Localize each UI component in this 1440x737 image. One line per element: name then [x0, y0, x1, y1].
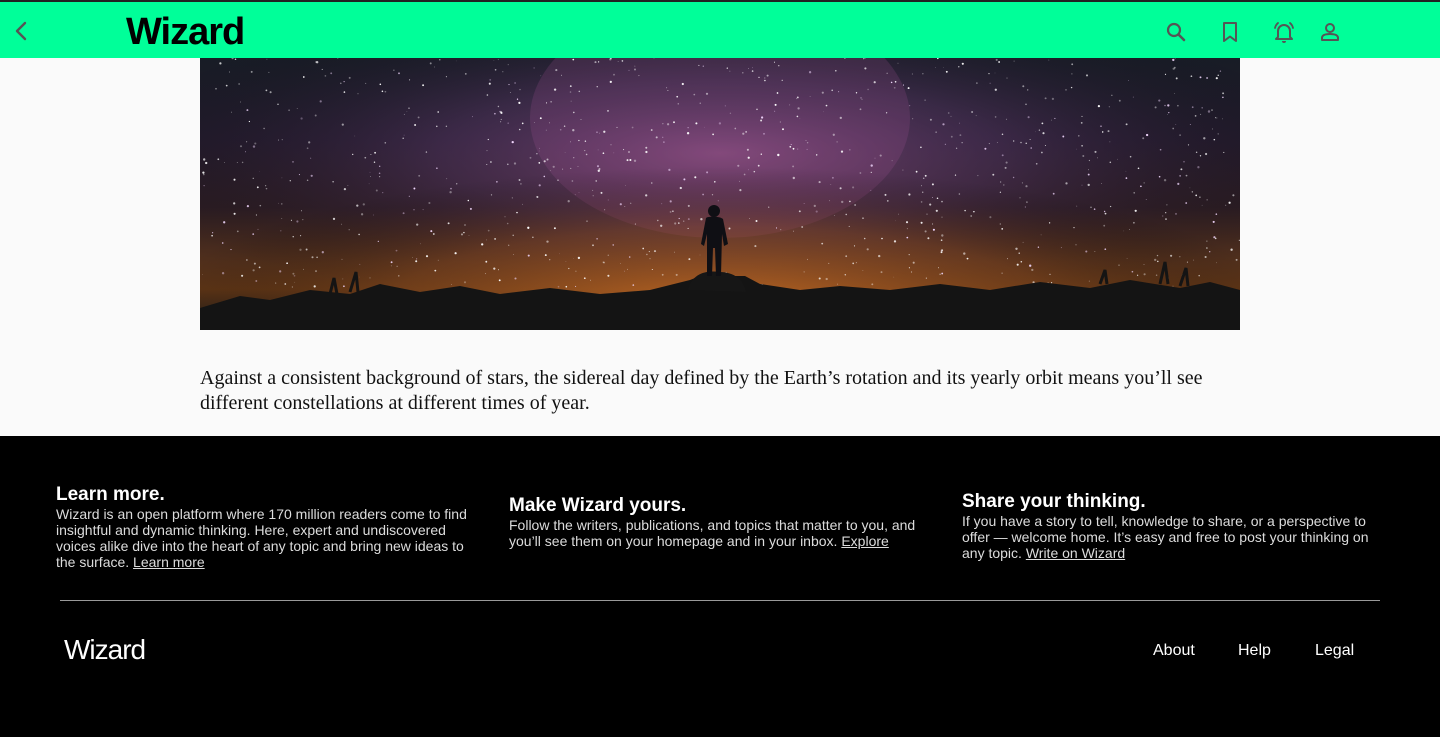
footer-link-about[interactable]: About: [1153, 642, 1195, 660]
site-logo[interactable]: Wizard: [126, 10, 245, 54]
footer-text: Follow the writers, publications, and to…: [509, 517, 916, 549]
write-on-wizard-link[interactable]: Write on Wizard: [1026, 545, 1125, 561]
footer-column-make-yours: Make Wizard yours. Follow the writers, p…: [509, 495, 929, 549]
learn-more-link[interactable]: Learn more: [133, 554, 205, 570]
footer-text: If you have a story to tell, knowledge t…: [962, 513, 1369, 561]
footer-heading: Share your thinking.: [962, 491, 1146, 512]
footer-link-help[interactable]: Help: [1238, 642, 1271, 660]
back-button[interactable]: [10, 19, 34, 43]
bookmark-icon: [1223, 22, 1237, 42]
site-footer: Learn more. Wizard is an open platform w…: [0, 436, 1440, 737]
footer-link-legal[interactable]: Legal: [1315, 642, 1354, 660]
profile-button[interactable]: [1318, 20, 1342, 44]
footer-column-share-thinking: Share your thinking. If you have a story…: [962, 491, 1382, 561]
search-button[interactable]: [1164, 20, 1188, 44]
chevron-left-icon: [15, 21, 27, 41]
hero-image: [200, 58, 1240, 330]
footer-divider: [60, 600, 1380, 601]
notification-bell-icon: [1274, 22, 1294, 43]
night-sky-photo: [200, 58, 1240, 330]
footer-heading: Make Wizard yours.: [509, 495, 687, 516]
top-nav-bar: Wizard: [0, 0, 1440, 58]
bookmark-button[interactable]: [1218, 20, 1242, 44]
footer-logo[interactable]: Wizard: [64, 634, 146, 666]
footer-text: Wizard is an open platform where 170 mil…: [56, 506, 467, 570]
notifications-button[interactable]: [1272, 20, 1296, 44]
footer-heading: Learn more.: [56, 484, 165, 505]
user-icon: [1321, 23, 1339, 41]
footer-column-learn-more: Learn more. Wizard is an open platform w…: [56, 484, 476, 570]
search-icon: [1166, 22, 1186, 42]
article-paragraph: Against a consistent background of stars…: [200, 367, 1203, 414]
explore-link[interactable]: Explore: [841, 533, 888, 549]
